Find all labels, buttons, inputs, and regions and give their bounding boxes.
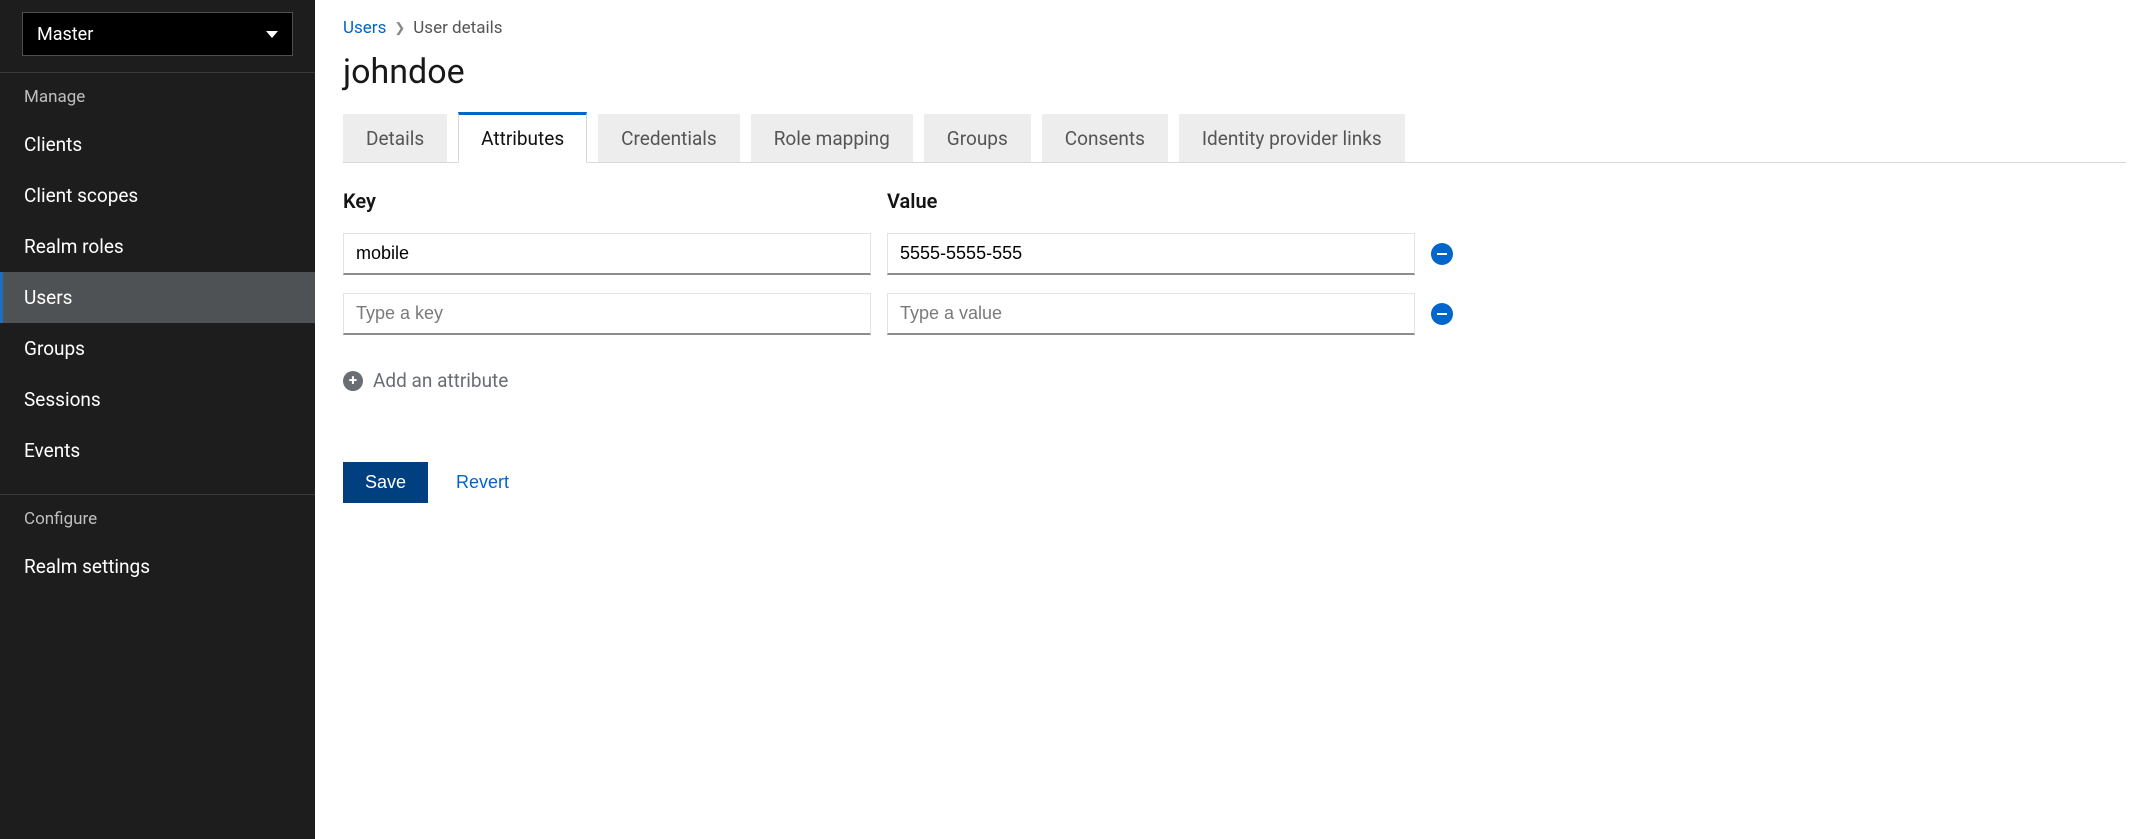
sidebar-section-header: Manage — [0, 72, 315, 119]
sidebar-item-label: Groups — [24, 337, 85, 360]
tab-role-mapping[interactable]: Role mapping — [751, 114, 913, 162]
column-header-key: Key — [343, 189, 871, 213]
sidebar-item-events[interactable]: Events — [0, 425, 315, 476]
attributes-panel: Key Value + Add an attribute Save Revert — [315, 163, 2154, 503]
sidebar-item-label: Client scopes — [24, 184, 138, 207]
breadcrumb-current: User details — [413, 18, 502, 38]
realm-selector[interactable]: Master — [22, 12, 293, 56]
tab-details[interactable]: Details — [343, 114, 447, 162]
sidebar-item-clients[interactable]: Clients — [0, 119, 315, 170]
add-attribute-button[interactable]: + Add an attribute — [343, 369, 2126, 392]
tab-identity-provider-links[interactable]: Identity provider links — [1179, 114, 1405, 162]
attribute-key-input[interactable] — [343, 293, 871, 335]
tab-consents[interactable]: Consents — [1042, 114, 1168, 162]
save-button[interactable]: Save — [343, 462, 428, 503]
realm-selector-wrap: Master — [0, 0, 315, 72]
sidebar-item-label: Sessions — [24, 388, 101, 411]
sidebar-item-realm-roles[interactable]: Realm roles — [0, 221, 315, 272]
sidebar-item-realm-settings[interactable]: Realm settings — [0, 541, 315, 592]
sidebar-item-users[interactable]: Users — [0, 272, 315, 323]
sidebar-item-client-scopes[interactable]: Client scopes — [0, 170, 315, 221]
remove-attribute-button[interactable] — [1431, 243, 1453, 265]
tab-label: Details — [366, 127, 424, 150]
sidebar-item-label: Clients — [24, 133, 82, 156]
sidebar-item-sessions[interactable]: Sessions — [0, 374, 315, 425]
tab-label: Role mapping — [774, 127, 890, 150]
attribute-key-input[interactable] — [343, 233, 871, 275]
remove-attribute-button[interactable] — [1431, 303, 1453, 325]
column-header-value: Value — [887, 189, 1415, 213]
revert-button[interactable]: Revert — [456, 472, 509, 493]
attribute-value-input[interactable] — [887, 293, 1415, 335]
sidebar-section-configure: Configure Realm settings — [0, 494, 315, 592]
tabs-bar: Details Attributes Credentials Role mapp… — [343, 112, 2126, 163]
minus-icon — [1437, 313, 1447, 316]
sidebar-item-label: Users — [24, 286, 72, 309]
form-actions: Save Revert — [343, 462, 2126, 503]
main: Users ❯ User details johndoe Details Att… — [315, 0, 2154, 839]
sidebar: Master Manage Clients Client scopes Real… — [0, 0, 315, 839]
add-attribute-label: Add an attribute — [373, 369, 508, 392]
sidebar-item-groups[interactable]: Groups — [0, 323, 315, 374]
tab-label: Credentials — [621, 127, 717, 150]
plus-circle-icon: + — [343, 371, 363, 391]
realm-selector-label: Master — [37, 24, 93, 45]
sidebar-item-label: Realm settings — [24, 555, 150, 578]
content-header: Users ❯ User details johndoe Details Att… — [315, 0, 2154, 163]
tab-credentials[interactable]: Credentials — [598, 114, 740, 162]
breadcrumb-root[interactable]: Users — [343, 18, 386, 38]
sidebar-item-label: Realm roles — [24, 235, 124, 258]
tab-attributes[interactable]: Attributes — [458, 112, 587, 163]
caret-down-icon — [266, 31, 278, 38]
breadcrumb: Users ❯ User details — [343, 18, 2126, 38]
tab-label: Groups — [947, 127, 1008, 150]
tab-label: Consents — [1065, 127, 1145, 150]
tab-label: Identity provider links — [1202, 127, 1382, 150]
tab-label: Attributes — [481, 127, 564, 150]
tab-groups[interactable]: Groups — [924, 114, 1031, 162]
page-title: johndoe — [343, 52, 2126, 92]
sidebar-section-header: Configure — [0, 494, 315, 541]
attributes-columns-header: Key Value — [343, 189, 2126, 213]
sidebar-section-manage: Manage Clients Client scopes Realm roles… — [0, 72, 315, 476]
chevron-right-icon: ❯ — [394, 21, 405, 36]
attribute-row — [343, 233, 2126, 275]
minus-icon — [1437, 253, 1447, 256]
attribute-value-input[interactable] — [887, 233, 1415, 275]
sidebar-item-label: Events — [24, 439, 80, 462]
attribute-row — [343, 293, 2126, 335]
